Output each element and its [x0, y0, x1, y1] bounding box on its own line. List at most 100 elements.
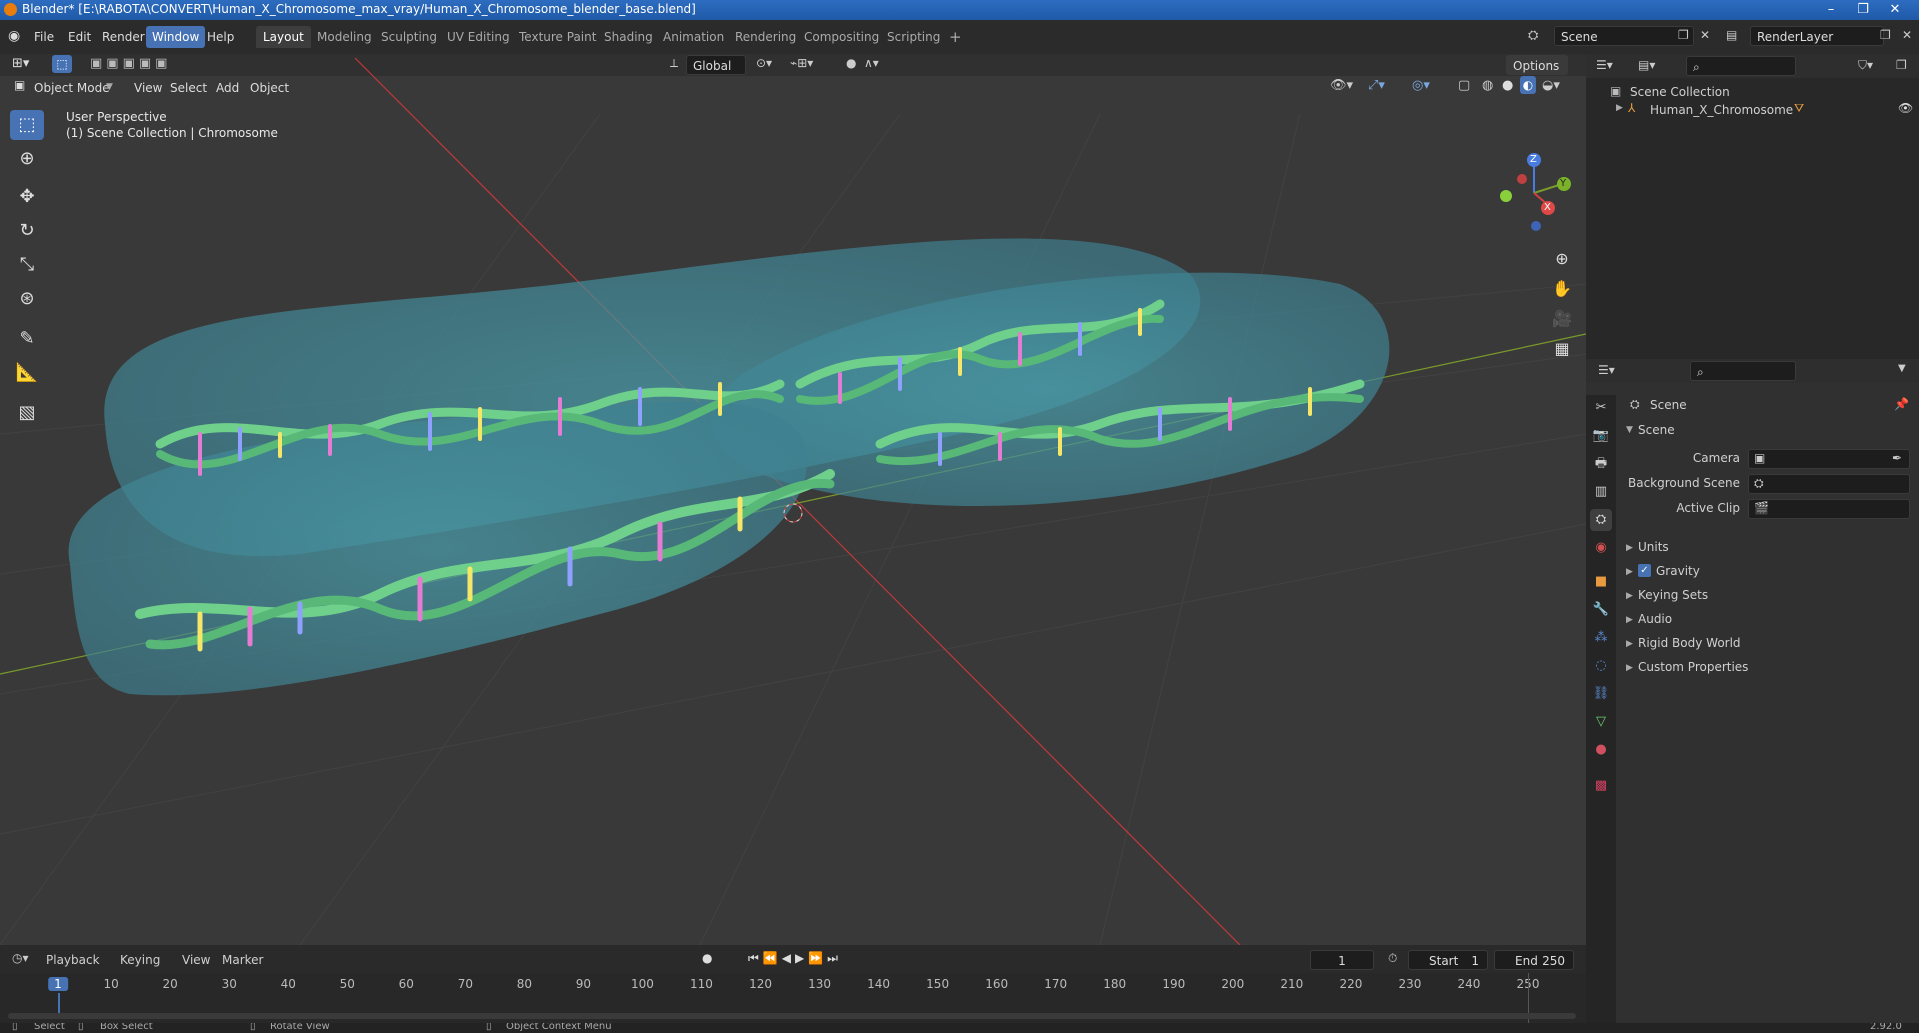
- section-gravity[interactable]: Gravity: [1656, 564, 1700, 578]
- view-layer-tab-icon[interactable]: ▥: [1590, 481, 1612, 503]
- timeline-tick-210[interactable]: 210: [1280, 977, 1303, 991]
- start-frame-field[interactable]: Start 1: [1408, 950, 1488, 970]
- expand-arrow-icon[interactable]: ▶: [1626, 543, 1633, 553]
- timeline-tick-180[interactable]: 180: [1103, 977, 1126, 991]
- ortho-grid-icon[interactable]: ▦: [1548, 336, 1576, 362]
- maximize-button[interactable]: ❐: [1850, 0, 1876, 20]
- timeline-tick-70[interactable]: 70: [458, 977, 473, 991]
- section-keying-sets[interactable]: Keying Sets: [1638, 588, 1708, 602]
- timeline-tick-140[interactable]: 140: [867, 977, 890, 991]
- outliner-editor-type-icon[interactable]: ☰▾: [1596, 58, 1613, 72]
- tab-sculpting[interactable]: Sculpting: [374, 26, 444, 48]
- timeline-tick-240[interactable]: 240: [1458, 977, 1481, 991]
- display-mode-icon[interactable]: ▤▾: [1638, 58, 1655, 72]
- minimize-button[interactable]: –: [1818, 0, 1844, 20]
- new-renderlayer-icon[interactable]: ❐: [1880, 28, 1891, 42]
- menu-window[interactable]: Window: [146, 26, 206, 48]
- modifier-tab-icon[interactable]: 🔧: [1590, 599, 1612, 621]
- expand-arrow-icon[interactable]: ▶: [1626, 615, 1633, 625]
- particles-tab-icon[interactable]: ⁂: [1590, 627, 1612, 649]
- timeline-editor-type-icon[interactable]: ◷▾: [12, 951, 29, 965]
- timeline-tick-50[interactable]: 50: [340, 977, 355, 991]
- timeline-tick-130[interactable]: 130: [808, 977, 831, 991]
- new-scene-icon[interactable]: ❐: [1678, 28, 1689, 42]
- constraints-tab-icon[interactable]: ⛓: [1590, 683, 1612, 705]
- expand-arrow-icon[interactable]: ▶: [1626, 567, 1633, 577]
- active-clip-field[interactable]: [1748, 499, 1910, 519]
- scene-tab-icon[interactable]: ⛭: [1590, 509, 1612, 531]
- tab-animation[interactable]: Animation: [656, 26, 731, 48]
- delete-renderlayer-icon[interactable]: ✕: [1902, 28, 1912, 42]
- tab-rendering[interactable]: Rendering: [728, 26, 803, 48]
- eyedropper-icon[interactable]: ✒: [1892, 451, 1902, 465]
- timeline-tick-110[interactable]: 110: [690, 977, 713, 991]
- stopwatch-icon[interactable]: ⏱: [1388, 951, 1397, 966]
- current-frame-field[interactable]: 1: [1310, 950, 1374, 970]
- menu-file[interactable]: File: [28, 26, 60, 48]
- renderlayer-icon[interactable]: ▤: [1726, 28, 1737, 42]
- section-audio[interactable]: Audio: [1638, 612, 1672, 626]
- renderlayer-field[interactable]: RenderLayer: [1750, 26, 1884, 46]
- tab-layout[interactable]: Layout: [256, 26, 311, 48]
- timeline-tick-230[interactable]: 230: [1398, 977, 1421, 991]
- camera-view-icon[interactable]: 🎥: [1548, 306, 1576, 332]
- playhead[interactable]: [58, 993, 60, 1013]
- outliner-root-label[interactable]: Scene Collection: [1630, 85, 1730, 99]
- delete-scene-icon[interactable]: ✕: [1700, 28, 1710, 42]
- material-tab-icon[interactable]: ●: [1590, 739, 1612, 761]
- tab-compositing[interactable]: Compositing: [797, 26, 886, 48]
- timeline-tick-20[interactable]: 20: [163, 977, 178, 991]
- camera-field[interactable]: [1748, 449, 1910, 469]
- timeline-tick-150[interactable]: 150: [926, 977, 949, 991]
- timeline-tick-30[interactable]: 30: [222, 977, 237, 991]
- gizmo-x-label[interactable]: X: [1544, 202, 1551, 213]
- timeline-scrollbar[interactable]: [8, 1013, 1576, 1019]
- gizmo-y-label[interactable]: Y: [1560, 178, 1566, 189]
- menu-edit[interactable]: Edit: [62, 26, 97, 48]
- properties-options-icon[interactable]: ▼: [1898, 363, 1906, 374]
- add-workspace-button[interactable]: +: [942, 26, 969, 48]
- tab-texture-paint[interactable]: Texture Paint: [512, 26, 603, 48]
- scene-panel-title[interactable]: Scene: [1638, 423, 1675, 437]
- timeline-track[interactable]: 1 10 20 30 40 50 60 70 80 90 100 110 120 130 140 150 160…: [0, 973, 1586, 1023]
- properties-search-input[interactable]: ⌕: [1690, 361, 1796, 381]
- blender-menu-icon[interactable]: ◉: [8, 28, 26, 46]
- world-tab-icon[interactable]: ◉: [1590, 537, 1612, 559]
- scene-icon[interactable]: ⛭: [1528, 28, 1538, 43]
- timeline-tick-200[interactable]: 200: [1221, 977, 1244, 991]
- object-tab-icon[interactable]: ■: [1590, 571, 1612, 593]
- filter-icon[interactable]: ⛉▾: [1858, 58, 1873, 73]
- tab-shading[interactable]: Shading: [597, 26, 660, 48]
- end-frame-field[interactable]: End 250: [1494, 950, 1574, 970]
- expand-arrow-icon[interactable]: ▶: [1626, 591, 1633, 601]
- timeline-tick-80[interactable]: 80: [517, 977, 532, 991]
- timeline-tick-10[interactable]: 10: [103, 977, 118, 991]
- close-button[interactable]: ✕: [1882, 0, 1908, 20]
- data-tab-icon[interactable]: ▽: [1590, 711, 1612, 733]
- timeline-tick-100[interactable]: 100: [631, 977, 654, 991]
- timeline-tick-190[interactable]: 190: [1162, 977, 1185, 991]
- tab-scripting[interactable]: Scripting: [880, 26, 947, 48]
- timeline-tick-120[interactable]: 120: [749, 977, 772, 991]
- timeline-tick-220[interactable]: 220: [1339, 977, 1362, 991]
- expand-arrow-icon[interactable]: ▶: [1626, 663, 1633, 673]
- timeline-menu-view[interactable]: View: [182, 953, 210, 967]
- zoom-icon[interactable]: ⊕: [1548, 246, 1576, 272]
- gizmo-z-label[interactable]: Z: [1530, 154, 1537, 165]
- tool-tab-icon[interactable]: ✂: [1590, 397, 1612, 419]
- tab-modeling[interactable]: Modeling: [310, 26, 379, 48]
- timeline-menu-marker[interactable]: Marker: [222, 953, 263, 967]
- render-tab-icon[interactable]: 📷: [1590, 425, 1612, 447]
- timeline-tick-1[interactable]: 1: [48, 977, 68, 991]
- outliner-search-input[interactable]: ⌕: [1686, 56, 1796, 76]
- expand-arrow-icon[interactable]: ▶: [1616, 103, 1623, 113]
- gravity-checkbox[interactable]: ✓: [1638, 564, 1651, 577]
- outliner-item-human-x-chromosome[interactable]: Human_X_Chromosome: [1650, 103, 1793, 117]
- timeline-tick-160[interactable]: 160: [985, 977, 1008, 991]
- physics-tab-icon[interactable]: ◌: [1590, 655, 1612, 677]
- timeline-menu-keying[interactable]: Keying: [120, 953, 160, 967]
- timeline-tick-90[interactable]: 90: [576, 977, 591, 991]
- scene-field[interactable]: Scene: [1554, 26, 1694, 46]
- background-scene-field[interactable]: [1748, 474, 1910, 494]
- timeline-tick-60[interactable]: 60: [399, 977, 414, 991]
